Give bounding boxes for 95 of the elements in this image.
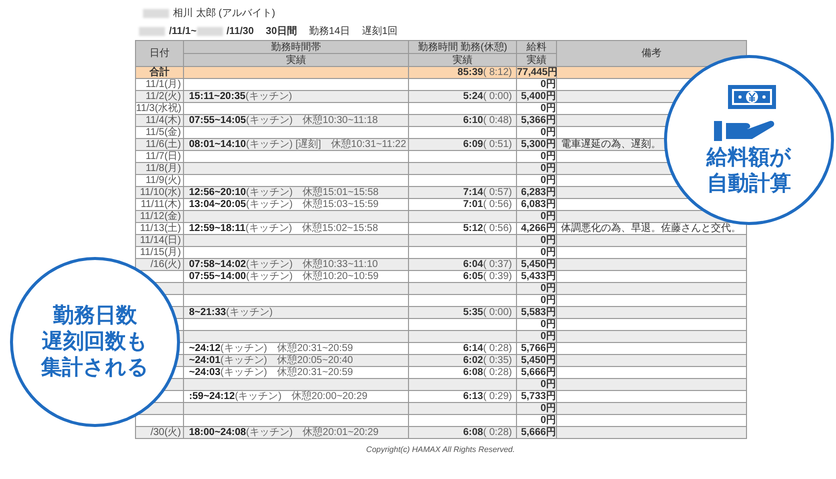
period-end: /11/30 [226,24,254,38]
pay-cell: 0円 [540,151,556,162]
note-cell: 電車遅延の為、遅刻。 [561,139,661,150]
date-cell: 11/4(木) [146,115,181,126]
date-cell: 11/7(日) [146,151,181,162]
pay-cell: 0円 [540,295,556,306]
date-cell: 11/1(月) [146,79,181,90]
callout-text: 自動計算 [707,171,791,197]
date-cell: 11/2(火) [146,91,181,102]
callout-text: 勤務日数 [53,303,137,329]
period-days: 30日間 [266,24,297,38]
hours-cell: 7:14( 0:57) [463,187,512,198]
pay-cell: 0円 [540,127,556,138]
date-cell: /30(火) [150,427,181,438]
callout-text: 集計される [41,355,149,381]
hours-cell: 6:05( 0:39) [463,271,512,282]
date-cell: 11/8(月) [146,163,181,174]
pay-cell: 5,433円 [520,271,556,282]
pay-cell: 0円 [540,211,556,222]
hours-cell: 5:12( 0:56) [463,223,512,234]
pay-cell: 5,583円 [520,307,556,318]
shift-time: ~24:03(キッチン) 休憩20:31~20:59 [189,367,353,378]
shift-time: 08:01~14:10(キッチン) [遅刻] 休憩10:31~11:22 [189,139,406,150]
employee-name: 相川 太郎 (アルバイト) [173,6,276,20]
date-cell: /16(火) [150,259,181,270]
period-start: /11/1~ [169,24,197,38]
pay-cell: 0円 [540,103,556,114]
hours-cell: 6:08( 0:28) [463,427,512,438]
hours-cell: 6:14( 0:28) [463,343,512,354]
date-cell: 11/9(火) [146,175,181,186]
pay-cell: 0円 [540,235,556,246]
date-cell: 11/6(土) [146,139,181,150]
pay-cell: 5,666円 [520,367,556,378]
hours-cell: 5:24( 0:00) [463,91,512,102]
pay-cell: 5,666円 [520,427,556,438]
shift-time: 12:56~20:10(キッチン) 休憩15:01~15:58 [189,187,379,198]
pay-cell: 0円 [540,247,556,258]
pay-cell: 0円 [540,163,556,174]
shift-time: 07:55~14:00(キッチン) 休憩10:20~10:59 [189,271,379,282]
shift-time: ~24:12(キッチン) 休憩20:31~20:59 [189,343,353,354]
pay-cell: 5,450円 [520,355,556,366]
hours-cell: 6:02( 0:35) [463,355,512,366]
redacted-block [139,26,165,36]
note-cell: 体調悪化の為、早退。佐藤さんと交代。 [561,223,741,234]
date-cell: 11/3(水祝) [136,103,182,114]
late-count: 遅刻1回 [362,24,398,38]
pay-cell: 0円 [540,175,556,186]
pay-cell: 0円 [540,79,556,90]
date-cell: 11/12(金) [140,211,181,222]
shift-time: 07:58~14:02(キッチン) 休憩10:33~11:10 [189,259,378,270]
shift-time: ~24:01(キッチン) 休憩20:05~20:40 [189,355,353,366]
date-cell: 11/14(日) [140,235,181,246]
column-header: 勤務時間帯 [184,40,408,54]
copyright: Copyright(c) HAMAX All Rights Reserved. [366,444,515,456]
hours-cell: 6:09( 0:51) [463,139,512,150]
pay-cell: 4,266円 [520,223,556,234]
redacted-block [143,8,169,18]
shift-time: 07:55~14:05(キッチン) 休憩10:30~11:18 [189,115,378,126]
pay-cell: 0円 [540,415,556,426]
pay-cell: 5,733円 [520,391,556,402]
pay-cell: 5,766円 [520,343,556,354]
hours-cell: 7:01( 0:56) [463,199,512,210]
shift-time: 12:59~18:11(キッチン) 休憩15:02~15:58 [189,223,378,234]
shift-time: 13:04~20:05(キッチン) 休憩15:03~15:59 [189,199,379,210]
pay-cell: 5,400円 [520,91,556,102]
hours-cell: 6:10( 0:48) [463,115,512,126]
pay-cell: 0円 [540,403,556,414]
pay-cell: 5,300円 [520,139,556,150]
pay-cell: 5,450円 [520,259,556,270]
column-header: 勤務時間 勤務(休憩) [408,40,516,54]
hours-cell: 6:08( 0:28) [463,367,512,378]
callout-text: 給料額が [706,145,792,171]
shift-time: :59~24:12(キッチン) 休憩20:00~20:29 [189,391,368,402]
date-cell: 11/11(木) [140,199,181,210]
pay-cell: 0円 [540,379,556,390]
callout-text: 遅刻回数も [42,329,148,355]
date-cell: 11/5(金) [146,127,181,138]
hours-cell: 5:35( 0:00) [463,307,512,318]
pay-cell: 5,366円 [520,115,556,126]
redacted-block [196,26,223,36]
shift-time: 8~21:33(キッチン) [189,307,273,318]
date-cell: 11/15(月) [140,247,181,258]
shift-time: 18:00~24:08(キッチン) 休憩20:01~20:29 [189,427,379,438]
shift-time: 15:11~20:35(キッチン) [189,91,292,102]
pay-cell: 0円 [540,319,556,330]
hours-cell: 6:13( 0:29) [463,391,512,402]
hours-cell: 6:04( 0:37) [463,259,512,270]
date-cell: 11/13(土) [140,223,181,234]
pay-cell: 6,083円 [520,199,556,210]
pay-cell: 6,283円 [520,187,556,198]
pay-cell: 0円 [540,283,556,294]
pay-cell: 0円 [540,331,556,342]
date-cell: 11/10(水) [140,187,181,198]
work-days: 勤務14日 [308,24,350,38]
column-header: 日付 [136,40,184,66]
